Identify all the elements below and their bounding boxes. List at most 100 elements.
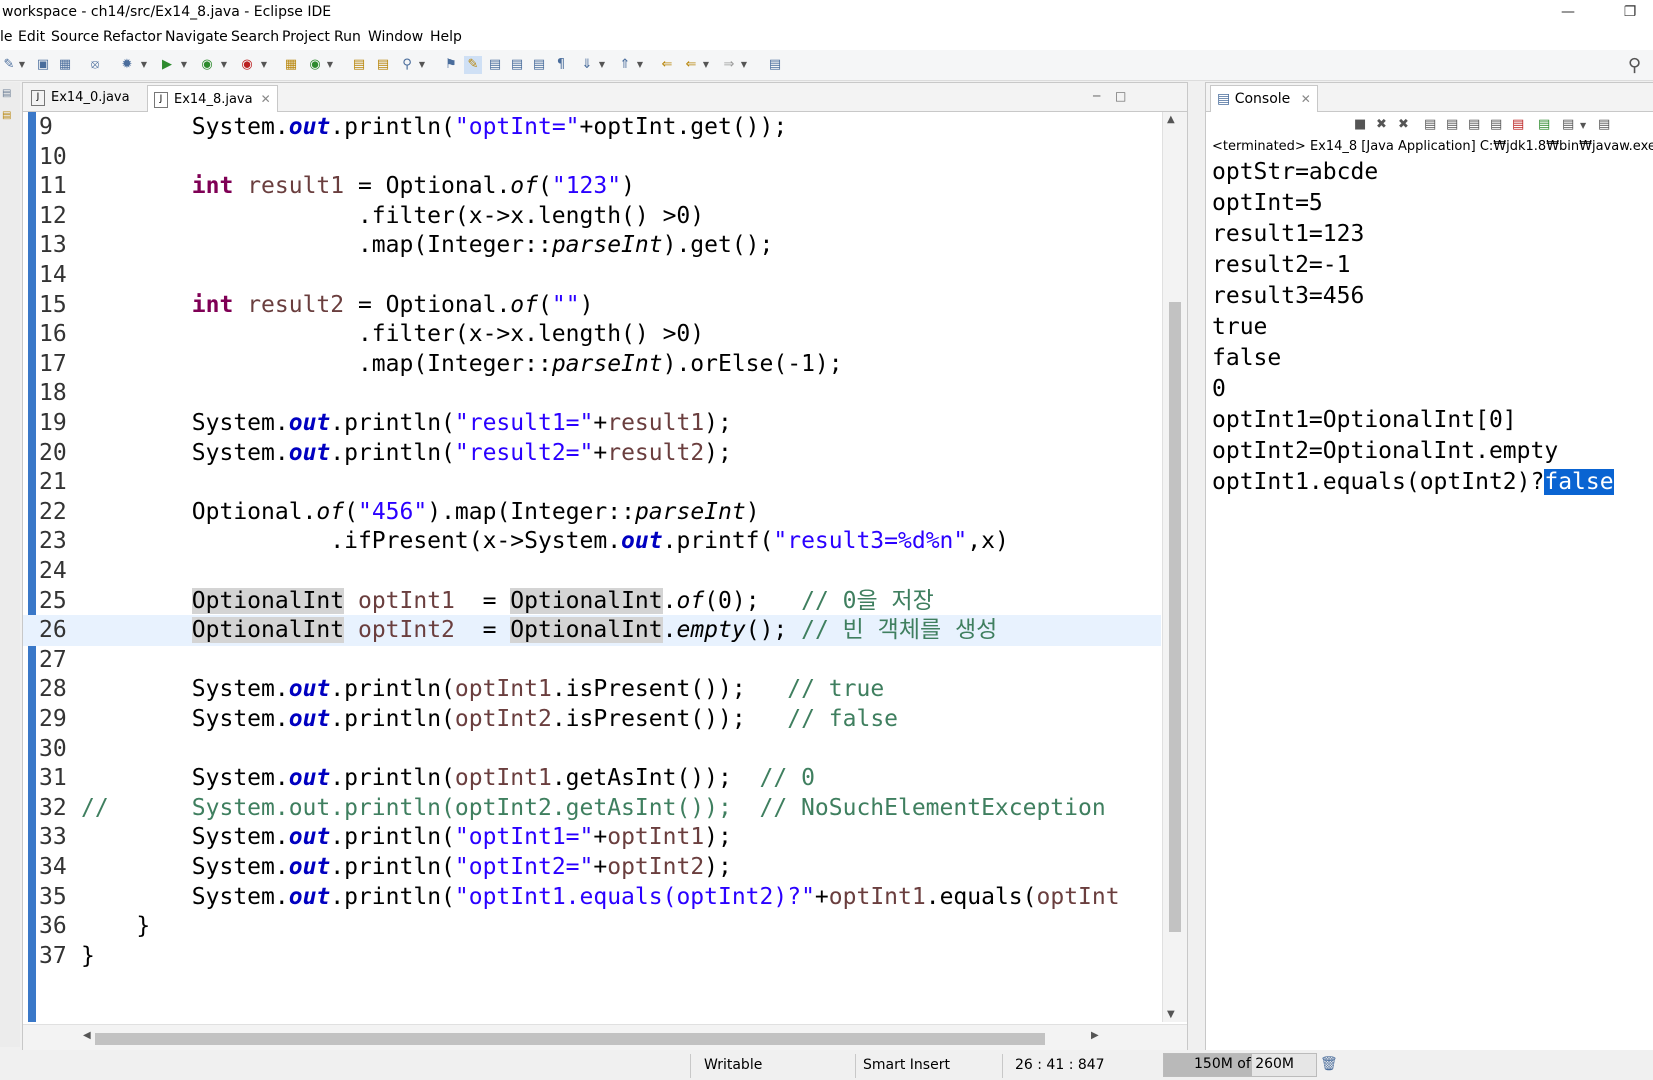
scroll-thumb[interactable] — [95, 1033, 1045, 1045]
terminate-icon[interactable]: ■ — [1354, 117, 1366, 132]
code-line[interactable]: 31 System.out.println(optInt1.getAsInt()… — [23, 763, 1161, 794]
code-line[interactable]: 16 .filter(x->x.length() >0) — [23, 319, 1161, 350]
show-whitespace-icon[interactable]: ▤ — [530, 56, 548, 74]
garbage-collect-icon[interactable]: 🗑 — [1320, 1056, 1338, 1072]
skip-breakpoints-icon[interactable]: ⦻ — [86, 56, 104, 74]
code-editor[interactable]: 9 System.out.println("optInt="+optInt.ge… — [23, 112, 1161, 1022]
code-line[interactable]: 20 System.out.println("result2="+result2… — [23, 438, 1161, 469]
pin-console-icon[interactable]: ▤ — [1538, 117, 1550, 132]
global-search-icon[interactable]: ⚲ — [1628, 55, 1641, 76]
external-tools-icon[interactable]: ◉ — [238, 56, 256, 74]
search-tool-icon[interactable]: ⚲ — [398, 56, 416, 74]
open-folder-icon[interactable]: ▤ — [374, 56, 392, 74]
code-line[interactable]: 37} — [23, 941, 1161, 972]
tab-ex14-0[interactable]: J Ex14_0.java — [25, 85, 136, 111]
package-explorer-icon[interactable]: ▤ — [2, 88, 11, 99]
code-line[interactable]: 33 System.out.println("optInt1="+optInt1… — [23, 822, 1161, 853]
run-dropdown-icon[interactable]: ▼ — [180, 56, 188, 74]
remove-all-icon[interactable]: ✖ — [1398, 117, 1409, 132]
word-wrap-icon[interactable]: ▤ — [508, 56, 526, 74]
code-line[interactable]: 29 System.out.println(optInt2.isPresent(… — [23, 704, 1161, 735]
code-line[interactable]: 17 .map(Integer::parseInt).orElse(-1); — [23, 349, 1161, 380]
code-line[interactable]: 34 System.out.println("optInt2="+optInt2… — [23, 852, 1161, 883]
save-all-icon[interactable]: ▦ — [56, 56, 74, 74]
new-class-dropdown-icon[interactable]: ▼ — [326, 56, 334, 74]
new-icon[interactable]: ✎ — [0, 56, 18, 74]
scroll-right-icon[interactable]: ▶ — [1091, 1030, 1099, 1041]
code-line[interactable]: 15 int result2 = Optional.of("") — [23, 290, 1161, 321]
menu-project[interactable]: Project — [282, 29, 330, 45]
open-console-icon[interactable]: ▤ — [1598, 117, 1610, 132]
code-line[interactable]: 32 // System.out.println(optInt2.getAsInt… — [23, 793, 1161, 824]
code-line[interactable]: 19 System.out.println("result1="+result1… — [23, 408, 1161, 439]
new-dropdown-icon[interactable]: ▼ — [18, 56, 26, 74]
prev-annotation-icon[interactable]: ⇑ — [616, 56, 634, 74]
forward-icon[interactable]: ⇒ — [720, 56, 738, 74]
close-icon[interactable]: ✕ — [261, 92, 271, 106]
show-on-output-icon[interactable]: ▤ — [1490, 117, 1502, 132]
back-dropdown-icon[interactable]: ▼ — [702, 56, 710, 74]
code-line[interactable]: 21 — [23, 467, 1161, 498]
new-class-icon[interactable]: ◉ — [306, 56, 324, 74]
maximize-button[interactable]: ❐ — [1607, 0, 1653, 26]
code-line[interactable]: 27 — [23, 645, 1161, 676]
maximize-view-icon[interactable]: □ — [1115, 89, 1126, 103]
tab-ex14-8[interactable]: J Ex14_8.java ✕ — [147, 85, 278, 112]
scroll-left-icon[interactable]: ◀ — [83, 1030, 91, 1041]
code-line[interactable]: 25 OptionalInt optInt1 = OptionalInt.of(… — [23, 586, 1161, 617]
code-line[interactable]: 22 Optional.of("456").map(Integer::parse… — [23, 497, 1161, 528]
mark-occurrences-icon[interactable]: ✎ — [464, 56, 482, 74]
scroll-down-icon[interactable]: ▼ — [1167, 1009, 1175, 1020]
save-icon[interactable]: ▣ — [34, 56, 52, 74]
menu-file[interactable]: le — [0, 29, 13, 45]
code-line[interactable]: 14 — [23, 260, 1161, 291]
display-console-dropdown-icon[interactable]: ▼ — [1580, 121, 1586, 130]
menu-edit[interactable]: Edit — [18, 29, 45, 45]
next-annotation-icon[interactable]: ⇓ — [578, 56, 596, 74]
console-output[interactable]: optStr=abcde optInt=5 result1=123 result2=-… — [1212, 157, 1652, 498]
minimize-button[interactable]: — — [1545, 0, 1591, 26]
block-selection-icon[interactable]: ▤ — [486, 56, 504, 74]
close-icon[interactable]: ✕ — [1301, 92, 1311, 106]
scroll-up-icon[interactable]: ▲ — [1167, 114, 1175, 125]
coverage-icon[interactable]: ◉ — [198, 56, 216, 74]
code-line[interactable]: 26 OptionalInt optInt2 = OptionalInt.emp… — [23, 615, 1161, 647]
code-line[interactable]: 13 .map(Integer::parseInt).get(); — [23, 230, 1161, 261]
pin-icon[interactable]: ⚑ — [442, 56, 460, 74]
menu-source[interactable]: Source — [51, 29, 99, 45]
scroll-thumb[interactable] — [1169, 302, 1181, 932]
pilcrow-icon[interactable]: ¶ — [552, 56, 570, 74]
code-line[interactable]: 36 } — [23, 911, 1161, 942]
menu-refactor[interactable]: Refactor — [103, 29, 162, 45]
horizontal-scrollbar[interactable]: ◀ ▶ — [23, 1024, 1187, 1051]
menu-navigate[interactable]: Navigate — [165, 29, 228, 45]
run-icon[interactable]: ▶ — [158, 56, 176, 74]
open-type-icon[interactable]: ▤ — [350, 56, 368, 74]
menu-help[interactable]: Help — [430, 29, 462, 45]
last-edit-icon[interactable]: ⇐ — [658, 56, 676, 74]
code-line[interactable]: 9 System.out.println("optInt="+optInt.ge… — [23, 112, 1161, 143]
prev-annotation-dropdown-icon[interactable]: ▼ — [636, 56, 644, 74]
new-java-project-icon[interactable]: ▦ — [282, 56, 300, 74]
show-on-error-icon[interactable]: ▤ — [1512, 117, 1524, 132]
forward-dropdown-icon[interactable]: ▼ — [740, 56, 748, 74]
scroll-lock-icon[interactable]: ▤ — [1446, 117, 1458, 132]
debug-dropdown-icon[interactable]: ▼ — [140, 56, 148, 74]
code-line[interactable]: 24 — [23, 556, 1161, 587]
minimize-view-icon[interactable]: ─ — [1093, 89, 1100, 103]
debug-icon[interactable]: ✹ — [118, 56, 136, 74]
code-line[interactable]: 18 — [23, 378, 1161, 409]
back-icon[interactable]: ⇐ — [682, 56, 700, 74]
code-line[interactable]: 11 int result1 = Optional.of("123") — [23, 171, 1161, 202]
code-line[interactable]: 30 — [23, 734, 1161, 765]
heap-status[interactable]: 150M of 260M — [1163, 1053, 1317, 1077]
display-console-icon[interactable]: ▤ — [1562, 117, 1574, 132]
word-wrap-icon[interactable]: ▤ — [1468, 117, 1480, 132]
menu-run[interactable]: Run — [334, 29, 361, 45]
code-line[interactable]: 28 System.out.println(optInt1.isPresent(… — [23, 674, 1161, 705]
outline-icon[interactable]: ▤ — [2, 110, 11, 121]
vertical-scrollbar[interactable]: ▲ ▼ — [1162, 112, 1187, 1022]
clear-console-icon[interactable]: ▤ — [1424, 117, 1436, 132]
tab-console[interactable]: ▤ Console ✕ — [1210, 85, 1318, 112]
code-line[interactable]: 23 .ifPresent(x->System.out.printf("resu… — [23, 526, 1161, 557]
